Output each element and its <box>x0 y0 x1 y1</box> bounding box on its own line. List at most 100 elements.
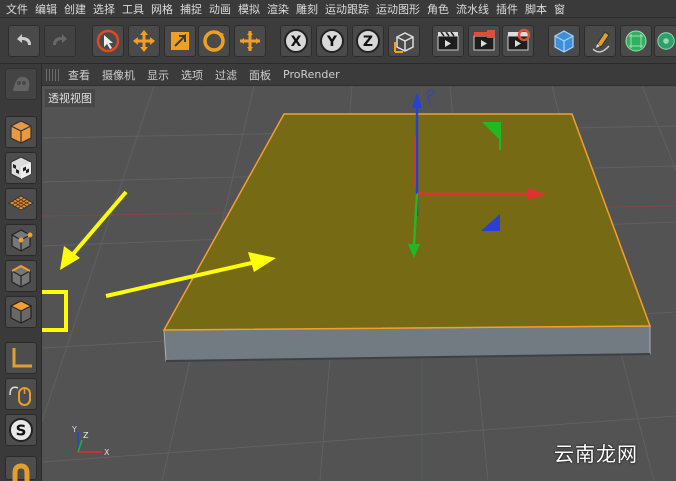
menu-character[interactable]: 角色 <box>427 1 456 17</box>
coordinate-system-icon <box>394 32 414 53</box>
menu-motion-tracking[interactable]: 运动跟踪 <box>325 1 376 17</box>
render-settings-icon <box>507 28 531 51</box>
y-axis-lock-button[interactable]: Y <box>316 25 348 57</box>
gizmo-y-axis-handle[interactable] <box>412 92 422 108</box>
menu-file[interactable]: 文件 <box>6 1 35 17</box>
menu-plugins[interactable]: 插件 <box>496 1 525 17</box>
menu-snap[interactable]: 捕捉 <box>180 1 209 17</box>
x-axis-lock-button[interactable]: X <box>280 25 312 57</box>
rotate-tool-button[interactable] <box>198 25 230 57</box>
menu-select[interactable]: 选择 <box>93 1 122 17</box>
polygon-mode-button[interactable] <box>5 296 37 328</box>
rotate-icon <box>203 30 225 52</box>
menu-create[interactable]: 创建 <box>64 1 93 17</box>
make-editable-button[interactable] <box>5 68 37 100</box>
menu-render[interactable]: 渲染 <box>267 1 296 17</box>
grip-handle-icon[interactable] <box>46 68 60 81</box>
menu-simulate[interactable]: 模拟 <box>238 1 267 17</box>
clapper-icon <box>437 31 459 51</box>
plane-top-face <box>162 113 652 331</box>
z-axis-lock-button[interactable]: Z <box>352 25 384 57</box>
point-mode-icon <box>11 229 33 252</box>
undo-button[interactable] <box>8 25 40 57</box>
cube-primitive-button[interactable] <box>548 25 580 57</box>
y-axis-icon: Y <box>320 29 344 53</box>
axis-mode-button[interactable] <box>5 342 37 374</box>
array-generator-button[interactable] <box>654 25 676 57</box>
edge-mode-button[interactable] <box>5 260 37 292</box>
undo-icon <box>17 34 31 45</box>
point-mode-button[interactable] <box>5 224 37 256</box>
array-icon <box>657 32 675 50</box>
live-selection-icon <box>96 29 120 53</box>
perspective-viewport[interactable]: Y X Z 透视视图 <box>42 86 676 481</box>
edge-mode-icon <box>11 264 31 288</box>
svg-text:Y: Y <box>71 425 77 434</box>
polygon-mode-icon <box>9 300 33 324</box>
subdivision-surface-button[interactable] <box>620 25 652 57</box>
mode-toolbar: S <box>0 64 42 481</box>
magnet-icon <box>12 463 30 481</box>
redo-icon <box>53 34 67 45</box>
watermark: 云南龙网 <box>554 442 638 466</box>
menu-mesh[interactable]: 网格 <box>151 1 180 17</box>
model-mode-button[interactable] <box>5 116 37 148</box>
menu-sculpt[interactable]: 雕刻 <box>296 1 325 17</box>
y-axis-label: Y <box>326 34 338 50</box>
viewport-label: 透视视图 <box>45 89 95 107</box>
model-mode-icon <box>10 120 32 144</box>
menu-window[interactable]: 窗 <box>554 1 572 17</box>
plane-object[interactable] <box>162 113 652 362</box>
pen-spline-button[interactable] <box>584 25 616 57</box>
move-icon <box>133 30 155 52</box>
viewport-menu-options[interactable]: 选项 <box>181 67 203 83</box>
viewport-scene: Y X Z <box>42 86 676 481</box>
viewport-menu-view[interactable]: 查看 <box>68 67 90 83</box>
pen-icon <box>592 31 610 53</box>
viewport-menu-display[interactable]: 显示 <box>147 67 169 83</box>
viewport-menu-camera[interactable]: 摄像机 <box>102 67 135 83</box>
move-tool-button[interactable] <box>128 25 160 57</box>
texture-mode-icon <box>10 156 32 180</box>
recent-tool-button[interactable] <box>234 25 266 57</box>
render-settings-button[interactable] <box>502 25 534 57</box>
main-toolbar: X Y Z <box>0 18 676 64</box>
workplane-icon <box>8 195 34 211</box>
crosshair-icon <box>240 31 260 51</box>
menu-script[interactable]: 脚本 <box>525 1 554 17</box>
redo-button[interactable] <box>44 25 76 57</box>
mouse-icon <box>9 386 31 406</box>
annotation-arrow-1 <box>66 190 128 262</box>
viewport-menu-prorender[interactable]: ProRender <box>283 68 340 81</box>
snap-mode-button[interactable] <box>5 456 37 481</box>
subdivision-surface-icon <box>625 30 647 52</box>
workplane-mode-button[interactable] <box>5 188 37 220</box>
highlight-box <box>42 290 68 332</box>
axis-orientation-widget: Y X Z <box>71 425 110 457</box>
menu-tools[interactable]: 工具 <box>122 1 151 17</box>
z-axis-icon: Z <box>356 29 380 53</box>
scale-tool-button[interactable] <box>164 25 196 57</box>
menu-edit[interactable]: 编辑 <box>35 1 64 17</box>
solo-mode-button[interactable]: S <box>5 414 37 446</box>
make-editable-icon <box>13 76 30 91</box>
texture-mode-button[interactable] <box>5 152 37 184</box>
scale-icon <box>171 32 189 50</box>
menu-mograph[interactable]: 运动图形 <box>376 1 427 17</box>
menu-animate[interactable]: 动画 <box>209 1 238 17</box>
viewport-menu-bar: 查看 摄像机 显示 选项 过滤 面板 ProRender <box>42 64 676 86</box>
solo-icon: S <box>9 418 33 442</box>
coordinate-system-button[interactable] <box>388 25 420 57</box>
viewport-menu-panel[interactable]: 面板 <box>249 67 271 83</box>
render-view-button[interactable] <box>432 25 464 57</box>
render-to-picture-viewer-button[interactable] <box>468 25 500 57</box>
main-menu-bar: 文件 编辑 创建 选择 工具 网格 捕捉 动画 模拟 渲染 雕刻 运动跟踪 运动… <box>0 0 676 18</box>
svg-text:X: X <box>104 448 110 457</box>
live-selection-button[interactable] <box>92 25 124 57</box>
viewport-menu-filter[interactable]: 过滤 <box>215 67 237 83</box>
tweak-mode-button[interactable] <box>5 378 37 410</box>
svg-text:S: S <box>16 422 27 440</box>
menu-pipeline[interactable]: 流水线 <box>456 1 496 17</box>
z-axis-label: Z <box>363 34 373 50</box>
axis-mode-icon <box>12 348 32 368</box>
